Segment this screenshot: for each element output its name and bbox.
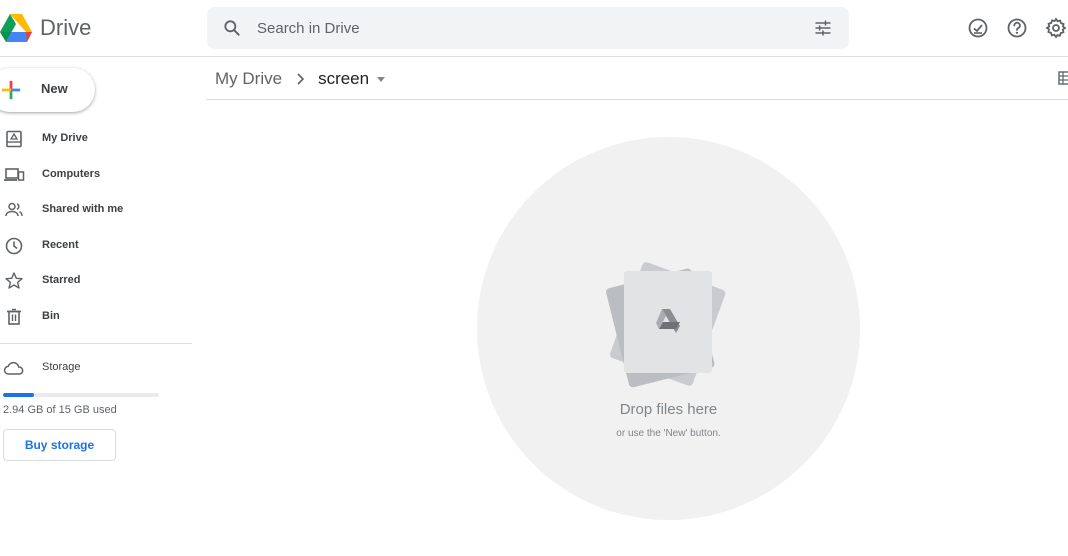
storage-usage-fill [3,393,34,397]
app-name: Drive [40,15,92,40]
folder-menu-caret-icon[interactable] [377,76,386,82]
my-drive-icon [6,130,22,148]
shared-icon [5,202,23,217]
search-bar[interactable] [207,7,849,49]
help-icon[interactable] [1005,16,1029,40]
buy-storage-button[interactable]: Buy storage [3,429,116,461]
sidebar-item-label: Storage [42,361,81,373]
computers-icon [4,168,25,181]
sidebar-item-label: Shared with me [42,203,124,215]
breadcrumb-current-folder[interactable]: screen [318,69,369,89]
sidebar-item-label: My Drive [42,132,88,144]
trash-icon [7,308,21,325]
breadcrumb: My Drive screen [215,67,386,91]
drive-logo[interactable]: Drive [0,11,91,45]
sidebar-item-recent[interactable]: Recent [0,231,192,261]
top-bar: Drive [0,0,1068,57]
sidebar-item-label: Recent [42,239,79,251]
sidebar-item-label: Starred [42,274,81,286]
sidebar-item-label: Bin [42,310,60,322]
cloud-icon [3,361,24,375]
sidebar-item-label: Computers [42,168,101,180]
drop-files-title: Drop files here [619,401,718,418]
settings-icon[interactable] [1044,16,1068,40]
search-icon[interactable] [222,18,242,38]
storage-usage-bar [3,393,159,397]
sidebar-item-starred[interactable]: Starred [0,266,192,296]
offline-check-icon[interactable] [966,16,990,40]
new-button-label: New [41,81,68,96]
sidebar-divider [0,343,192,344]
storage-usage-text: 2.94 GB of 15 GB used [3,404,117,416]
toolbar-divider [206,99,1068,100]
new-button[interactable]: New [0,68,95,112]
plus-icon [1,80,21,100]
empty-folder-illustration-icon [606,262,726,388]
search-options-icon[interactable] [813,18,833,38]
search-input[interactable] [257,7,777,49]
drive-logo-icon [0,14,32,42]
sidebar-item-storage[interactable]: Storage [0,353,192,383]
breadcrumb-my-drive[interactable]: My Drive [215,69,282,89]
sidebar-item-bin[interactable]: Bin [0,302,192,332]
drop-files-subtitle: or use the 'New' button. [616,428,721,439]
grid-view-icon[interactable] [1058,71,1068,85]
clock-icon [5,237,23,255]
star-icon [5,272,23,289]
sidebar-item-my-drive[interactable]: My Drive [0,124,192,154]
sidebar-item-shared-with-me[interactable]: Shared with me [0,195,192,225]
chevron-right-icon [296,73,305,85]
sidebar-item-computers[interactable]: Computers [0,160,192,190]
